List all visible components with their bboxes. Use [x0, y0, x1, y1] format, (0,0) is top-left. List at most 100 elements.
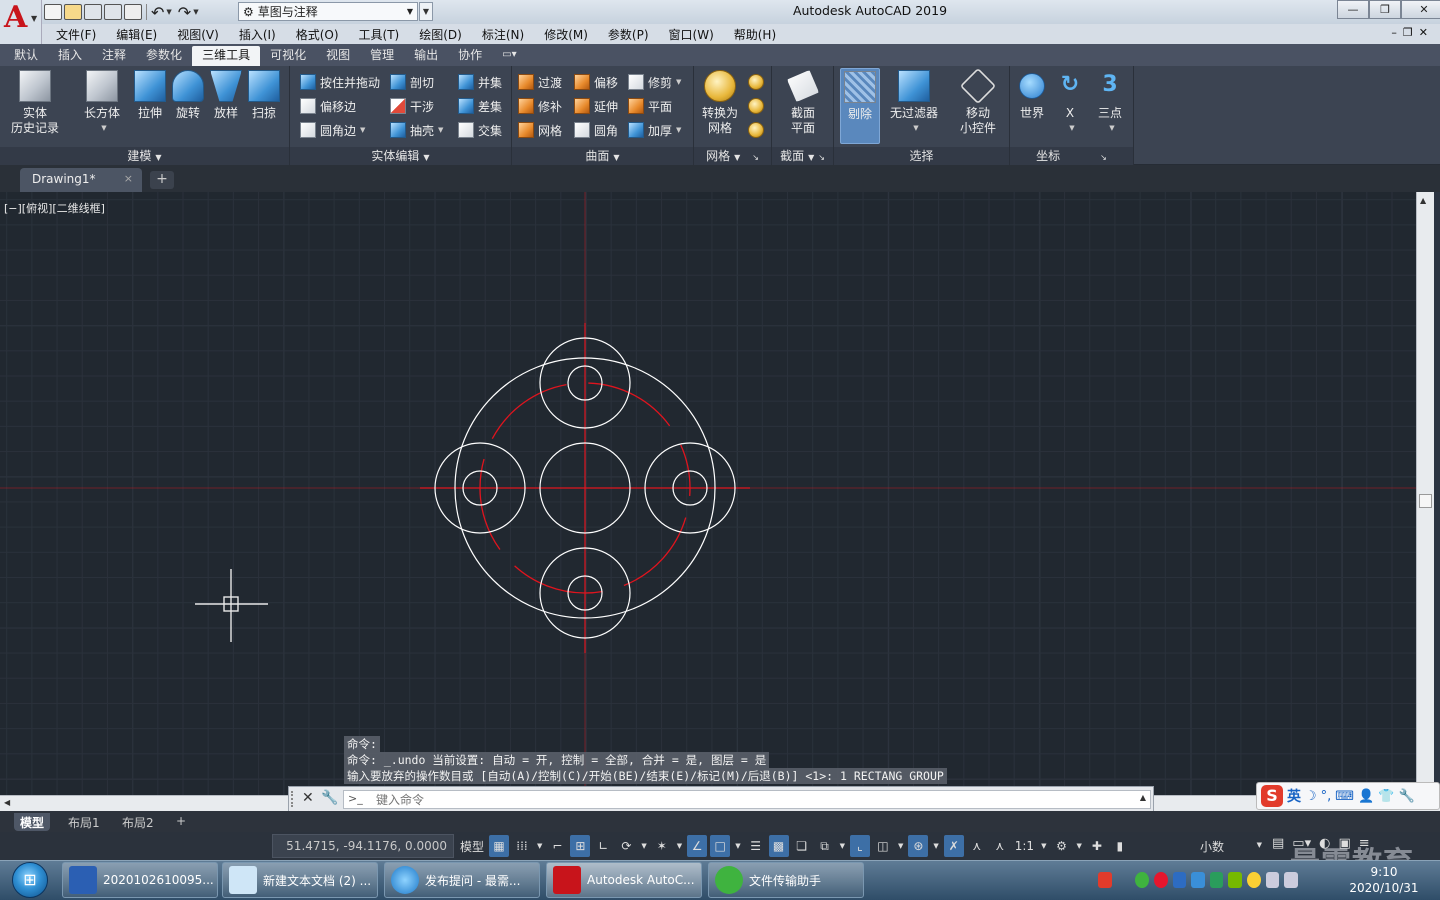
customize-qat-button[interactable]: ▼ — [419, 2, 433, 21]
mesh-smooth-icon[interactable] — [748, 74, 764, 90]
transparency-icon[interactable]: ▩ — [768, 835, 789, 857]
chevron-down-icon[interactable]: ▼ — [838, 835, 847, 857]
properties-icon[interactable]: ▤ — [1272, 836, 1284, 856]
tray-chevron-icon[interactable] — [1117, 872, 1131, 888]
tab-model[interactable]: 模型 — [14, 813, 51, 831]
scroll-thumb[interactable] — [1419, 494, 1432, 508]
moon-icon[interactable]: ☽ — [1305, 789, 1317, 804]
polar-tracking-icon[interactable]: ⟳ — [616, 835, 636, 857]
chevron-down-icon[interactable]: ▼ — [639, 835, 648, 857]
tab-layout1[interactable]: 布局1 — [62, 813, 106, 831]
menu-edit[interactable]: 编辑(E) — [106, 26, 167, 43]
chevron-down-icon[interactable]: ▼ — [535, 835, 544, 857]
scroll-up-icon[interactable]: ▲ — [1420, 196, 1426, 205]
interfere-button[interactable]: 干涉 — [390, 96, 434, 116]
start-button[interactable]: ⊞ — [4, 861, 56, 899]
subtract-button[interactable]: 差集 — [458, 96, 502, 116]
tab-collaborate[interactable]: 协作 — [448, 46, 492, 66]
save-as-icon[interactable] — [104, 4, 122, 20]
dynamic-ucs-icon[interactable]: ⌞ — [849, 835, 870, 857]
tab-manage[interactable]: 管理 — [360, 46, 404, 66]
qq-icon[interactable] — [1247, 872, 1261, 888]
new-tab-button[interactable]: + — [150, 171, 174, 189]
close-icon[interactable]: ✕ — [302, 790, 314, 806]
chevron-down-icon[interactable]: ▼ — [896, 835, 905, 857]
menu-file[interactable]: 文件(F) — [46, 26, 106, 43]
chevron-down-icon[interactable]: ▼ — [1074, 835, 1083, 857]
panel-title-surface[interactable]: 曲面 ▼ — [512, 147, 693, 165]
chevron-down-icon[interactable]: ▼ — [733, 835, 742, 857]
thicken-button[interactable]: 加厚 ▼ — [628, 120, 681, 140]
command-input[interactable] — [376, 791, 1116, 808]
task-autocad[interactable]: Autodesk AutoC... — [546, 862, 702, 898]
chevron-down-icon[interactable]: ▼ — [1039, 835, 1048, 857]
vertical-scrollbar[interactable]: ▲▼ — [1416, 192, 1434, 795]
isodraft-icon[interactable]: ✶ — [652, 835, 672, 857]
dialog-launcher-icon[interactable]: ↘ — [818, 153, 825, 162]
infer-constraints-icon[interactable]: ⌐ — [547, 835, 567, 857]
viewport-controls-label[interactable]: [−][俯视][二维线框] — [4, 200, 105, 216]
ortho-icon[interactable]: ∟ — [593, 835, 613, 857]
world-ucs-button[interactable]: 世界 — [1014, 70, 1050, 121]
revolve-button[interactable]: 旋转 — [170, 70, 206, 121]
nvidia-icon[interactable] — [1228, 872, 1243, 888]
cube-icon[interactable] — [1191, 872, 1205, 888]
task-notepad[interactable]: 新建文本文档 (2) ... — [222, 862, 378, 898]
blend-button[interactable]: 过渡 — [518, 72, 562, 92]
sogou-icon[interactable] — [1098, 872, 1112, 888]
workspace-switcher[interactable]: ⚙ 草图与注释 ▼ — [238, 2, 418, 21]
tab-default[interactable]: 默认 — [4, 46, 48, 66]
weibo-icon[interactable] — [1153, 872, 1168, 888]
gizmo-icon[interactable]: ⊛ — [908, 835, 929, 857]
tab-output[interactable]: 输出 — [404, 46, 448, 66]
auto-scale-icon[interactable]: ⋏ — [967, 835, 987, 857]
selection-filter-icon[interactable]: ◫ — [873, 835, 893, 857]
surface-extend-button[interactable]: 延伸 — [574, 96, 618, 116]
add-layout-button[interactable]: + — [170, 813, 192, 831]
move-gizmo-button[interactable]: 移动 小控件 — [952, 67, 1004, 136]
wrench-icon[interactable]: 🔧 — [1398, 789, 1414, 804]
open-file-icon[interactable] — [64, 4, 82, 20]
model-space-toggle[interactable]: 模型 — [458, 835, 486, 857]
box-button[interactable]: 长方体 ▼ — [80, 70, 124, 136]
redo-icon[interactable]: ↷ — [178, 3, 191, 22]
tab-view[interactable]: 视图 — [316, 46, 360, 66]
menu-modify[interactable]: 修改(M) — [534, 26, 598, 43]
annotation-scale[interactable]: 1:1 — [1013, 835, 1036, 857]
surface-trim-button[interactable]: 修剪 ▼ — [628, 72, 681, 92]
network-button[interactable]: 网格 — [518, 120, 562, 140]
new-file-icon[interactable] — [44, 4, 62, 20]
fillet-edge-button[interactable]: 圆角边 ▼ — [300, 120, 365, 140]
coordinate-readout[interactable]: 51.4715, -94.1176, 0.0000 — [272, 834, 454, 858]
user-icon[interactable]: 👤 — [1358, 789, 1374, 804]
dynamic-input-icon[interactable]: ⊞ — [570, 835, 591, 857]
history-up-icon[interactable]: ▲ — [1140, 793, 1146, 802]
undo-icon[interactable]: ↶ — [151, 3, 164, 22]
system-clock[interactable]: 9:10 2020/10/31 — [1344, 864, 1424, 896]
panel-title-solid-editing[interactable]: 实体编辑 ▼ — [290, 147, 511, 165]
ribbon-options-icon[interactable]: ▭▾ — [492, 46, 526, 66]
menu-window[interactable]: 窗口(W) — [659, 26, 724, 43]
menu-draw[interactable]: 绘图(D) — [409, 26, 472, 43]
surface-offset-button[interactable]: 偏移 — [574, 72, 618, 92]
drag-handle[interactable] — [291, 791, 297, 807]
no-filter-button[interactable]: 无过滤器 ▼ — [886, 70, 942, 136]
document-tab[interactable]: Drawing1* × — [20, 168, 142, 192]
panel-title-section[interactable]: 截面 ▼ ↘ — [772, 147, 833, 165]
intersect-button[interactable]: 交集 — [458, 120, 502, 140]
menu-tools[interactable]: 工具(T) — [349, 26, 410, 43]
ime-mode[interactable]: 英 — [1287, 786, 1301, 806]
slice-button[interactable]: 剖切 — [390, 72, 434, 92]
gear-icon[interactable]: ⚙ — [1051, 835, 1071, 857]
grid-icon[interactable]: ▦ — [489, 835, 510, 857]
document-window-controls[interactable]: –❐✕ — [1391, 26, 1434, 39]
command-prompt-icon[interactable]: >_ — [348, 792, 363, 805]
punctuation-icon[interactable]: °, — [1321, 789, 1332, 804]
restore-button[interactable]: ❐ — [1369, 0, 1401, 19]
offset-edge-button[interactable]: 偏移边 — [300, 96, 356, 116]
close-button[interactable]: ✕ — [1401, 0, 1440, 19]
panel-title-coordinates[interactable]: 坐标 ↘ — [1010, 147, 1133, 165]
network-icon[interactable] — [1265, 872, 1280, 888]
mesh-crease-icon[interactable] — [748, 122, 764, 138]
menu-help[interactable]: 帮助(H) — [724, 26, 786, 43]
